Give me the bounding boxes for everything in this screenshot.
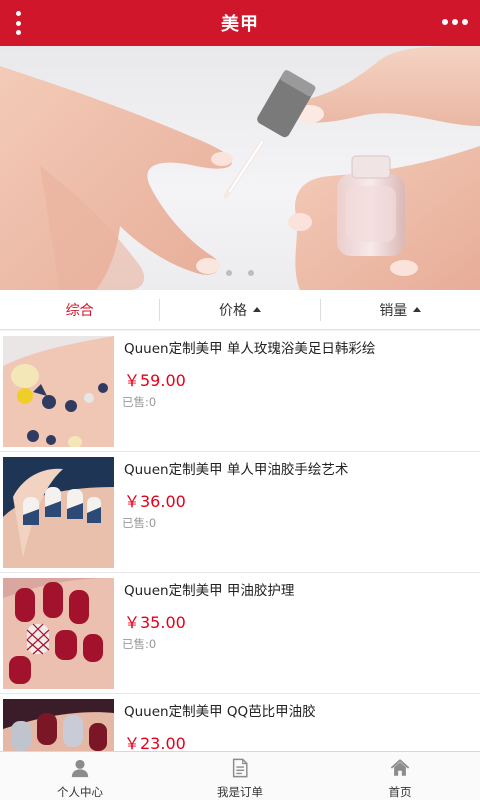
tab-label: 个人中心 [57, 785, 103, 799]
product-name[interactable]: Quuen定制美甲 QQ芭比甲油胶 [124, 700, 316, 720]
sort-bar: 综合 价格 销量 [0, 290, 480, 330]
banner-image [0, 46, 480, 290]
carousel-indicator [226, 270, 254, 276]
sort-arrow-icon [252, 307, 261, 312]
page-title: 美甲 [221, 14, 259, 35]
more-icon[interactable] [442, 17, 468, 27]
product-sold-count: 已售:0 [122, 516, 157, 530]
product-price: ￥59.00 [124, 371, 186, 390]
app-header: 美甲 [0, 0, 480, 46]
product-thumbnail[interactable] [3, 336, 114, 447]
product-item[interactable]: Quuen定制美甲 单人玫瑰浴美足日韩彩绘 ￥59.00 已售:0 [0, 331, 480, 452]
sort-tab-label: 综合 [65, 302, 94, 319]
sort-tab-label: 价格 [218, 302, 247, 319]
sort-tab-comprehensive[interactable]: 综合 [0, 299, 159, 321]
menu-icon[interactable] [10, 9, 26, 37]
home-icon [390, 759, 410, 776]
tab-label: 我是订单 [217, 785, 263, 799]
product-thumbnail[interactable] [3, 578, 114, 689]
document-icon [232, 758, 248, 778]
product-name[interactable]: Quuen定制美甲 单人玫瑰浴美足日韩彩绘 [124, 337, 375, 357]
product-item[interactable]: Quuen定制美甲 QQ芭比甲油胶 ￥23.00 [0, 694, 480, 751]
tab-label: 首页 [388, 785, 412, 799]
product-name[interactable]: Quuen定制美甲 甲油胶护理 [124, 579, 294, 599]
product-item[interactable]: Quuen定制美甲 甲油胶护理 ￥35.00 已售:0 [0, 573, 480, 694]
tab-home[interactable]: 首页 [320, 752, 480, 800]
sort-arrow-icon [413, 307, 422, 312]
product-price: ￥36.00 [124, 492, 186, 511]
product-sold-count: 已售:0 [122, 395, 157, 409]
product-item[interactable]: Quuen定制美甲 单人甲油胶手绘艺术 ￥36.00 已售:0 [0, 452, 480, 573]
product-thumbnail[interactable] [3, 699, 114, 751]
product-list: Quuen定制美甲 单人玫瑰浴美足日韩彩绘 ￥59.00 已售:0 Quuen定… [0, 331, 480, 751]
product-name[interactable]: Quuen定制美甲 单人甲油胶手绘艺术 [124, 458, 348, 478]
tab-personal-center[interactable]: 个人中心 [0, 752, 160, 800]
product-price: ￥23.00 [124, 734, 186, 751]
sort-tab-price[interactable]: 价格 [159, 298, 319, 321]
bottom-tab-bar: 个人中心 我是订单 首页 [0, 751, 480, 800]
tab-orders[interactable]: 我是订单 [160, 752, 320, 800]
user-icon [71, 759, 89, 778]
product-sold-count: 已售:0 [122, 637, 157, 651]
banner-carousel[interactable] [0, 46, 480, 290]
sort-tab-sales[interactable]: 销量 [319, 298, 480, 321]
product-thumbnail[interactable] [3, 457, 114, 568]
product-price: ￥35.00 [124, 613, 186, 632]
sort-tab-label: 销量 [379, 302, 408, 319]
